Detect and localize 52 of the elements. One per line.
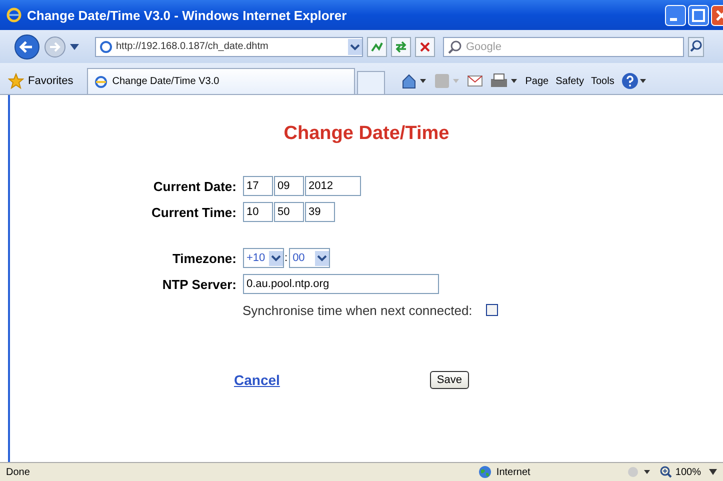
browser-logo-icon: [6, 7, 22, 23]
sync-label: Synchronise time when next connected:: [242, 302, 472, 318]
field-label: Timezone:: [171, 250, 238, 266]
zoom-button[interactable]: 100%: [660, 466, 701, 478]
time-field[interactable]: 10: [242, 202, 272, 222]
ntp-server-field[interactable]: 0.au.pool.ntp.org: [242, 274, 438, 294]
field-label: NTP Server:: [161, 276, 238, 292]
caret-icon: [348, 38, 362, 54]
menu-button[interactable]: Safety: [556, 76, 584, 86]
star-icon: [8, 73, 24, 89]
save-button[interactable]: Save: [430, 371, 469, 389]
page-heading: Change Date/Time: [284, 123, 450, 145]
caret-icon: [314, 250, 329, 266]
search-field[interactable]: Google: [443, 36, 684, 56]
help-icon[interactable]: [621, 72, 648, 90]
field-label: Current Time:: [150, 204, 238, 220]
field-label: Current Date:: [152, 178, 238, 194]
search-icon[interactable]: [688, 36, 704, 56]
caret-icon[interactable]: [709, 469, 717, 475]
menu-button[interactable]: Page: [525, 76, 549, 86]
time-field[interactable]: 50: [274, 202, 304, 222]
minimize-icon[interactable]: [665, 4, 686, 26]
home-icon[interactable]: [401, 73, 428, 89]
mail-icon[interactable]: [467, 73, 484, 89]
maximize-icon[interactable]: [688, 4, 709, 26]
timezone-select[interactable]: 00: [288, 248, 330, 268]
browser-logo-icon: [94, 74, 108, 88]
time-field[interactable]: 39: [304, 202, 334, 222]
refresh-icon[interactable]: [391, 36, 411, 56]
globe-icon: [478, 465, 492, 479]
zone-text: Internet: [496, 466, 530, 478]
zoom-icon: [660, 466, 672, 478]
printer-icon[interactable]: [490, 73, 518, 89]
cancel-link[interactable]: Cancel: [234, 372, 280, 388]
timezone-select[interactable]: +10: [242, 248, 284, 268]
date-field[interactable]: 2012: [304, 176, 360, 196]
status-text: Done: [6, 466, 31, 478]
browser-tab[interactable]: Change Date/Time V3.0: [87, 68, 356, 94]
window-title: Change Date/Time V3.0 - Windows Internet Explorer: [27, 8, 348, 22]
caret-icon: [268, 250, 282, 266]
separator-text: :: [284, 252, 288, 264]
stop-icon[interactable]: [415, 36, 435, 56]
back-icon[interactable]: [14, 34, 40, 60]
date-field[interactable]: 09: [274, 176, 304, 196]
dropdown-icon[interactable]: [70, 44, 79, 50]
date-field[interactable]: 17: [242, 176, 272, 196]
favorites-button[interactable]: Favorites: [0, 68, 82, 94]
close-icon[interactable]: [711, 4, 723, 26]
forward-icon[interactable]: [44, 36, 66, 58]
menu-button[interactable]: Tools: [590, 76, 614, 86]
address-field[interactable]: http://192.168.0.187/ch_date.dhtm: [95, 36, 363, 56]
sync-checkbox[interactable]: [486, 304, 498, 316]
